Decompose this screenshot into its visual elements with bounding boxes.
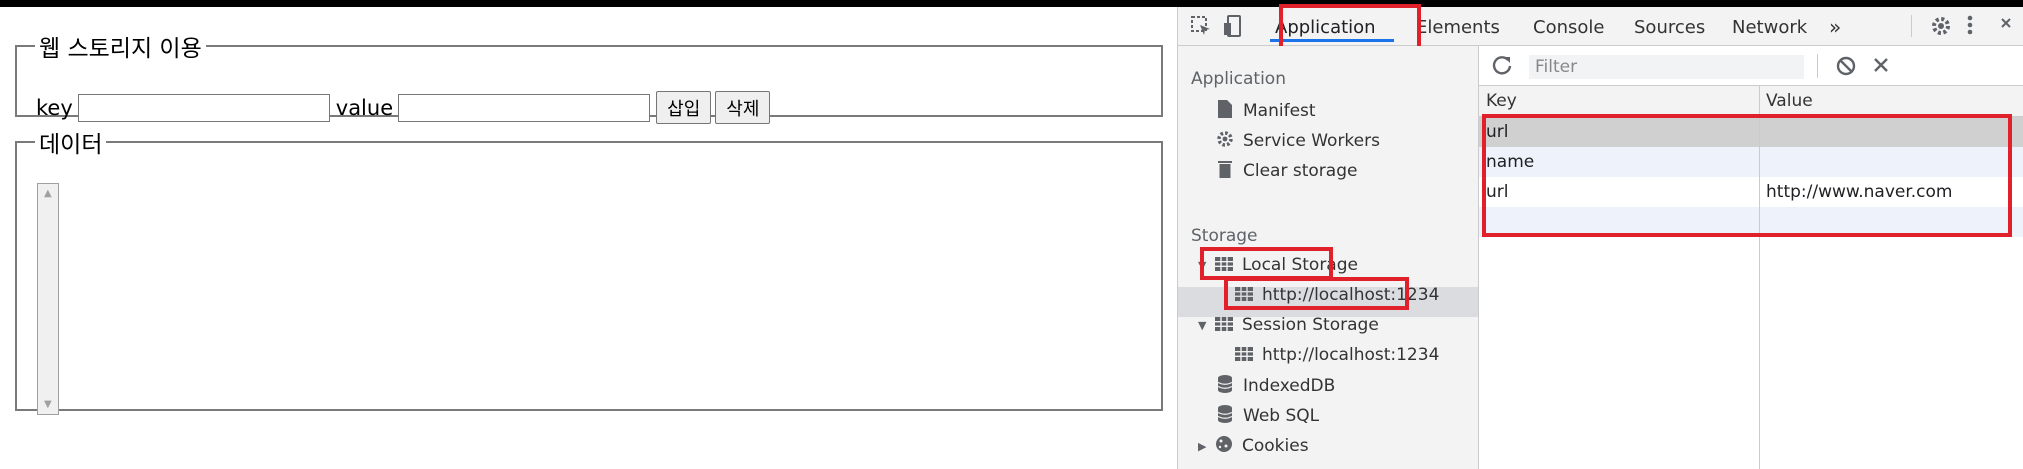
- database-icon: [1215, 405, 1235, 427]
- key-input[interactable]: [77, 93, 330, 122]
- webstorage-legend: 웹 스토리지 이용: [39, 36, 202, 62]
- filter-input[interactable]: Filter: [1529, 55, 1804, 79]
- inspect-element-icon[interactable]: [1190, 15, 1212, 42]
- devtools-panel: Application Elements Console Sources Net…: [1177, 4, 2023, 469]
- toolbar-divider: [1817, 54, 1818, 78]
- tab-console[interactable]: Console: [1533, 17, 1604, 38]
- input-row: key value 삽입 삭제: [36, 91, 774, 124]
- storage-section-title: Storage: [1191, 226, 1258, 246]
- sidebar-item-manifest[interactable]: Manifest: [1215, 100, 1316, 122]
- more-options-icon[interactable]: [1965, 13, 1975, 42]
- sidebar-item-label: Manifest: [1243, 101, 1316, 121]
- close-devtools-icon[interactable]: [2000, 13, 2012, 42]
- scroll-down-arrow-icon[interactable]: ▼: [44, 399, 52, 410]
- application-section-title: Application: [1191, 69, 1286, 89]
- tab-elements[interactable]: Elements: [1416, 17, 1500, 38]
- sidebar-item-label: IndexedDB: [1243, 376, 1336, 396]
- device-toolbar-icon[interactable]: [1222, 15, 1244, 42]
- delete-selected-icon[interactable]: [1872, 56, 1890, 78]
- gear-icon: [1215, 130, 1235, 152]
- grid-table-icon: [1214, 316, 1234, 335]
- storage-toolbar: Filter: [1479, 46, 2023, 86]
- web-page: 웹 스토리지 이용 key value 삽입 삭제 데이터 ▲ ▼: [0, 7, 1177, 469]
- webstorage-fieldset: 웹 스토리지 이용 key value 삽입 삭제: [15, 29, 1163, 124]
- sidebar-item-service-workers[interactable]: Service Workers: [1215, 130, 1380, 152]
- highlight-local-storage: [1200, 247, 1333, 280]
- sidebar-item-websql[interactable]: Web SQL: [1215, 405, 1319, 427]
- grid-table-icon: [1234, 346, 1254, 365]
- column-header-key[interactable]: Key: [1486, 91, 1517, 111]
- data-fieldset: 데이터 ▲ ▼: [15, 125, 1163, 415]
- scroll-up-arrow-icon[interactable]: ▲: [44, 188, 52, 199]
- more-tabs-icon[interactable]: »: [1829, 15, 1841, 39]
- highlight-local-storage-origin: [1224, 277, 1409, 310]
- file-icon: [1215, 100, 1235, 122]
- sidebar-item-session-storage-origin[interactable]: http://localhost:1234: [1234, 345, 1439, 365]
- value-label: value: [335, 95, 394, 120]
- clear-all-icon[interactable]: [1835, 55, 1857, 81]
- sidebar-item-label: Web SQL: [1243, 406, 1320, 426]
- highlight-storage-rows: [1482, 114, 2012, 237]
- expand-triangle-down-icon[interactable]: ▼: [1198, 319, 1208, 332]
- trash-icon: [1215, 160, 1235, 182]
- insert-button[interactable]: 삽입: [656, 91, 712, 124]
- tab-network[interactable]: Network: [1732, 17, 1807, 38]
- cookie-icon: [1214, 435, 1234, 457]
- refresh-icon[interactable]: [1491, 54, 1513, 80]
- sidebar-item-session-storage[interactable]: ▼ Session Storage: [1198, 315, 1379, 335]
- expand-triangle-right-icon[interactable]: ▶: [1198, 440, 1208, 453]
- key-label: key: [36, 95, 73, 120]
- sidebar-item-label: Clear storage: [1243, 161, 1358, 181]
- data-legend: 데이터: [39, 132, 103, 158]
- data-listbox[interactable]: ▲ ▼: [37, 183, 59, 415]
- delete-button[interactable]: 삭제: [715, 91, 771, 124]
- table-header: Key Value: [1479, 86, 2023, 117]
- sidebar-item-indexeddb[interactable]: IndexedDB: [1215, 375, 1335, 397]
- tab-sources[interactable]: Sources: [1634, 17, 1705, 38]
- column-header-value[interactable]: Value: [1766, 91, 1813, 111]
- window-top-bar: [0, 0, 2023, 7]
- sidebar-item-clear-storage[interactable]: Clear storage: [1215, 160, 1357, 182]
- settings-gear-icon[interactable]: [1929, 14, 1953, 43]
- sidebar-item-label: http://localhost:1234: [1262, 345, 1440, 365]
- tab-divider: [1911, 15, 1912, 37]
- sidebar-item-label: Service Workers: [1243, 131, 1380, 151]
- storage-table-panel: Filter Key Value url name url http://www…: [1479, 46, 2023, 469]
- sidebar-item-label: Session Storage: [1242, 315, 1379, 335]
- database-icon: [1215, 375, 1235, 397]
- value-input[interactable]: [398, 93, 651, 122]
- sidebar-item-label: Cookies: [1242, 436, 1309, 456]
- sidebar-item-cookies[interactable]: ▶ Cookies: [1198, 435, 1309, 457]
